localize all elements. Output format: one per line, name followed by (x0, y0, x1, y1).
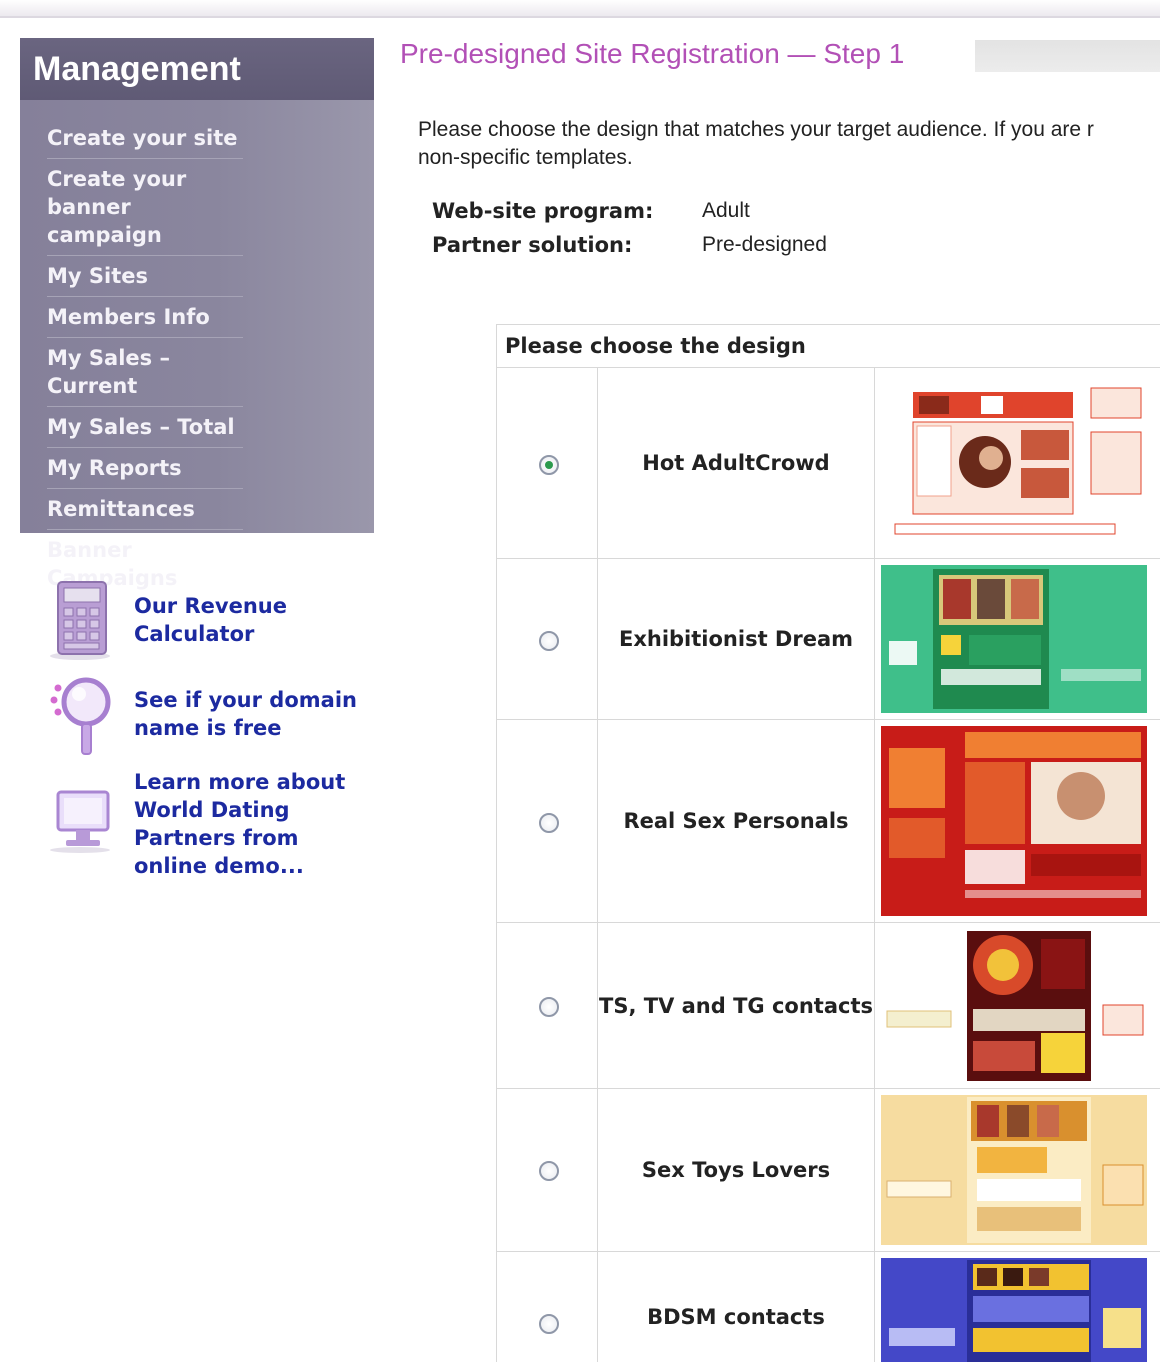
design-row-sex-toys-lovers: Sex Toys Lovers (497, 1089, 1160, 1252)
menu-item-create-banner-campaign[interactable]: Create your banner campaign (47, 159, 243, 256)
info-label-solution: Partner solution: (432, 233, 633, 257)
design-name-bdsm-contacts: BDSM contacts (598, 1252, 875, 1362)
calculator-icon (50, 581, 110, 660)
intro-line-1: Please choose the design that matches yo… (418, 118, 1094, 141)
design-row-hot-adultcrowd: Hot AdultCrowd (497, 368, 1160, 559)
design-row-real-sex-personals: Real Sex Personals (497, 720, 1160, 923)
title-bar-fill (975, 40, 1160, 72)
design-thumbnail-ts-tv-tg-contacts[interactable] (881, 929, 1147, 1083)
menu-item-sales-current[interactable]: My Sales – Current (47, 338, 243, 407)
design-row-bdsm-contacts: BDSM contacts (497, 1252, 1160, 1362)
design-radio-ts-tv-tg-contacts[interactable] (539, 997, 559, 1017)
intro-line-2: non-specific templates. (418, 146, 633, 169)
menu-item-remittances[interactable]: Remittances (47, 489, 243, 530)
revenue-calculator-label[interactable]: Our Revenue Calculator (134, 592, 314, 648)
design-thumbnail-exhibitionist-dream[interactable] (881, 565, 1147, 713)
design-radio-real-sex-personals[interactable] (539, 813, 559, 833)
menu-item-sales-total[interactable]: My Sales – Total (47, 407, 243, 448)
design-radio-exhibitionist-dream[interactable] (539, 631, 559, 651)
design-name-real-sex-personals: Real Sex Personals (598, 720, 875, 922)
info-value-solution: Pre-designed (702, 233, 827, 256)
magnifier-icon (50, 677, 111, 755)
menu-item-create-site[interactable]: Create your site (47, 118, 243, 159)
design-thumbnail-hot-adultcrowd[interactable] (881, 378, 1147, 550)
menu-item-members-info[interactable]: Members Info (47, 297, 243, 338)
menu-item-my-sites[interactable]: My Sites (47, 256, 243, 297)
design-radio-hot-adultcrowd[interactable] (539, 455, 559, 475)
design-row-exhibitionist-dream: Exhibitionist Dream (497, 559, 1160, 720)
design-name-hot-adultcrowd: Hot AdultCrowd (598, 368, 875, 558)
monitor-icon (50, 790, 110, 853)
management-menu: Create your site Create your banner camp… (20, 118, 374, 598)
info-value-program: Adult (702, 199, 750, 222)
design-thumbnail-sex-toys-lovers[interactable] (881, 1095, 1147, 1245)
management-title: Management (20, 38, 374, 100)
page-title: Pre-designed Site Registration — Step 1 (400, 38, 905, 69)
menu-item-my-reports[interactable]: My Reports (47, 448, 243, 489)
top-bar (0, 0, 1160, 18)
design-table: Please choose the design Hot AdultCrowd … (496, 324, 1160, 1362)
design-radio-sex-toys-lovers[interactable] (539, 1161, 559, 1181)
design-table-heading: Please choose the design (497, 325, 1160, 368)
info-label-program: Web-site program: (432, 199, 654, 223)
design-name-exhibitionist-dream: Exhibitionist Dream (598, 559, 875, 719)
management-panel: Management Create your site Create your … (20, 38, 374, 590)
online-demo-label[interactable]: Learn more about World Dating Partners f… (134, 768, 374, 880)
design-radio-bdsm-contacts[interactable] (539, 1314, 559, 1334)
domain-check-label[interactable]: See if your domain name is free (134, 686, 374, 742)
design-name-sex-toys-lovers: Sex Toys Lovers (598, 1089, 875, 1251)
design-thumbnail-bdsm-contacts[interactable] (881, 1258, 1147, 1362)
intro-text: Please choose the design that matches yo… (418, 116, 1160, 172)
design-thumbnail-real-sex-personals[interactable] (881, 726, 1147, 916)
design-name-ts-tv-tg-contacts: TS, TV and TG contacts (598, 923, 875, 1088)
design-row-ts-tv-tg-contacts: TS, TV and TG contacts (497, 923, 1160, 1089)
